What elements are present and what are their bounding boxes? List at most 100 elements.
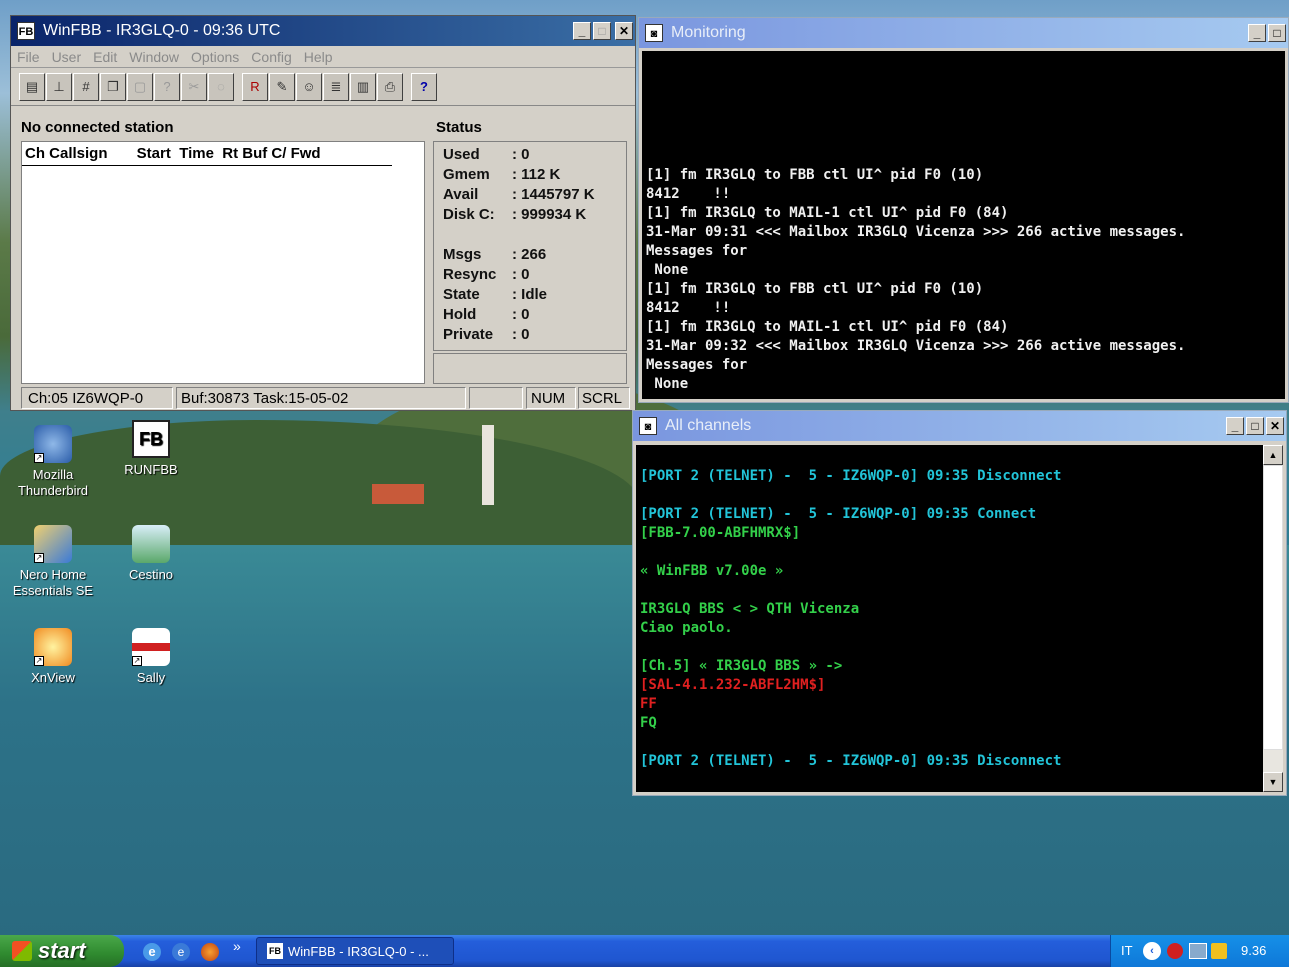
edit-icon[interactable]: ✎ xyxy=(269,72,295,101)
maximize-button[interactable]: □ xyxy=(593,22,611,40)
icon-label: Cestino xyxy=(128,567,174,582)
castle-building xyxy=(372,484,424,504)
monitor-line: None xyxy=(646,262,689,278)
menu-file[interactable]: File xyxy=(17,49,40,65)
security-tray-icon[interactable] xyxy=(1167,943,1183,959)
channel-line: Ciao paolo. xyxy=(640,620,733,636)
network-tray-icon[interactable] xyxy=(1189,943,1207,959)
status-scrl: SCRL xyxy=(578,387,630,409)
language-indicator[interactable]: IT xyxy=(1121,943,1133,958)
files-icon[interactable]: ▥ xyxy=(350,72,376,101)
channel-line: [PORT 2 (TELNET) - 5 - IZ6WQP-0] 09:35 C… xyxy=(640,506,1037,522)
desktop-icon-runfbb[interactable]: FB RUNFBB xyxy=(106,420,196,478)
icon-label: XnView xyxy=(31,670,75,685)
clock: 9.36 xyxy=(1241,943,1267,958)
monitor-icon[interactable]: ⊥ xyxy=(46,72,72,101)
status-row: Gmem: 112 K xyxy=(443,165,617,185)
status-row: Hold: 0 xyxy=(443,305,617,325)
scroll-thumb[interactable] xyxy=(1263,465,1283,750)
desktop-icon-xnview[interactable]: ↗ XnView xyxy=(8,628,98,686)
start-button[interactable]: start xyxy=(0,935,124,967)
menu-user[interactable]: User xyxy=(52,49,82,65)
messages-icon[interactable]: ≣ xyxy=(323,72,349,101)
window-title: All channels xyxy=(665,417,752,434)
scrollbar[interactable]: ▲ ▼ xyxy=(1263,445,1283,792)
desktop-icon-sally[interactable]: ↗ Sally xyxy=(106,628,196,686)
user-icon[interactable]: R xyxy=(242,72,268,101)
winfbb-window[interactable]: FB WinFBB - IR3GLQ-0 - 09:36 UTC _ □ ✕ F… xyxy=(10,15,636,411)
ie2-quicklaunch-icon[interactable]: e xyxy=(172,943,190,961)
scroll-down-arrow[interactable]: ▼ xyxy=(1263,772,1283,792)
desktop-icon-nero[interactable]: ↗ Nero Home Essentials SE xyxy=(8,525,98,599)
status-empty xyxy=(469,387,523,409)
close-button[interactable]: ✕ xyxy=(615,22,633,40)
status-panel: Used: 0 Gmem: 112 K Avail: 1445797 K Disk C… xyxy=(433,141,627,351)
minimize-button[interactable]: _ xyxy=(1226,417,1244,435)
channel-line: FF xyxy=(640,696,657,712)
menu-bar: File User Edit Window Options Config Hel… xyxy=(11,46,635,68)
menu-options[interactable]: Options xyxy=(191,49,239,65)
menu-edit[interactable]: Edit xyxy=(93,49,117,65)
window-title: WinFBB - IR3GLQ-0 - 09:36 UTC xyxy=(43,22,281,39)
monitor-line: [1] fm IR3GLQ to FBB ctl UI^ pid F0 (10) xyxy=(646,281,984,297)
status-row: Private: 0 xyxy=(443,325,617,345)
monitoring-output[interactable]: [1] fm IR3GLQ to FBB ctl UI^ pid F0 (10)… xyxy=(642,51,1285,399)
minimize-button[interactable]: _ xyxy=(1248,24,1266,42)
channel-line xyxy=(640,581,1259,600)
desktop-icon-thunderbird[interactable]: ↗ Mozilla Thunderbird xyxy=(8,425,98,499)
allchannels-window[interactable]: ◙ All channels _ □ ✕ [PORT 2 (TELNET) - … xyxy=(632,410,1287,796)
connections-list[interactable]: Ch Callsign Start Time Rt Buf C/ Fwd xyxy=(21,141,425,384)
status-row: Disk C:: 999934 K xyxy=(443,205,617,225)
monitoring-window[interactable]: ◙ Monitoring _ □ [1] fm IR3GLQ to FBB ct… xyxy=(638,17,1289,403)
status-channel: Ch:05 IZ6WQP-0 xyxy=(21,387,173,409)
monitor-line: 31-Mar 09:31 <<< Mailbox IR3GLQ Vicenza … xyxy=(646,224,1186,240)
balloon-icon[interactable]: ◌ xyxy=(208,72,234,101)
icon-label: Nero Home Essentials SE xyxy=(12,567,94,598)
tools-icon[interactable]: ✂ xyxy=(181,72,207,101)
ie-quicklaunch-icon[interactable]: e xyxy=(143,943,161,961)
tray-expand-icon[interactable]: ‹ xyxy=(1143,942,1161,960)
computer-icon[interactable]: ▢ xyxy=(127,72,153,101)
allchannels-titlebar[interactable]: ◙ All channels _ □ ✕ xyxy=(633,411,1286,441)
status-value: : 112 K xyxy=(512,166,561,183)
status-value: : 999934 K xyxy=(512,206,587,223)
desktop-icon-cestino[interactable]: Cestino xyxy=(106,525,196,583)
query-icon[interactable]: ? xyxy=(154,72,180,101)
status-key: Msgs xyxy=(443,246,482,263)
system-tray: IT ‹ 9.36 xyxy=(1110,935,1289,967)
channel-line: [FBB-7.00-ABFHMRX$] xyxy=(640,525,801,541)
recycle-bin-icon xyxy=(132,525,170,563)
fbb-task-icon: FB xyxy=(267,943,283,959)
winfbb-titlebar[interactable]: FB WinFBB - IR3GLQ-0 - 09:36 UTC _ □ ✕ xyxy=(11,16,635,46)
status-key: Hold xyxy=(443,306,477,323)
status-row: Avail: 1445797 K xyxy=(443,185,617,205)
minimize-button[interactable]: _ xyxy=(573,22,591,40)
menu-help[interactable]: Help xyxy=(304,49,333,65)
console-icon[interactable]: ▤ xyxy=(19,72,45,101)
list-header: Ch Callsign Start Time Rt Buf C/ Fwd xyxy=(22,142,392,166)
copy-icon[interactable]: ❐ xyxy=(100,72,126,101)
status-key: Used xyxy=(443,146,480,163)
channels-icon[interactable]: # xyxy=(73,72,99,101)
allchannels-output[interactable]: [PORT 2 (TELNET) - 5 - IZ6WQP-0] 09:35 D… xyxy=(636,445,1263,792)
menu-config[interactable]: Config xyxy=(251,49,291,65)
status-value: : Idle xyxy=(512,286,548,303)
monitoring-titlebar[interactable]: ◙ Monitoring _ □ xyxy=(639,18,1288,48)
status-row: Used: 0 xyxy=(443,145,617,165)
maximize-button[interactable]: □ xyxy=(1268,24,1286,42)
scroll-up-arrow[interactable]: ▲ xyxy=(1263,445,1283,465)
taskbar: start e e » FB WinFBB - IR3GLQ-0 - ... I… xyxy=(0,935,1289,967)
status-key xyxy=(443,225,512,245)
firefox-quicklaunch-icon[interactable] xyxy=(201,943,219,961)
close-button[interactable]: ✕ xyxy=(1266,417,1284,435)
update-tray-icon[interactable] xyxy=(1211,943,1227,959)
taskbar-task-winfbb[interactable]: FB WinFBB - IR3GLQ-0 - ... xyxy=(256,937,454,965)
maximize-button[interactable]: □ xyxy=(1246,417,1264,435)
menu-window[interactable]: Window xyxy=(129,49,179,65)
quicklaunch-chevron[interactable]: » xyxy=(233,938,241,954)
person-icon[interactable]: ☺ xyxy=(296,72,322,101)
channel-line: [PORT 2 (TELNET) - 5 - IZ6WQP-0] 09:35 D… xyxy=(640,753,1062,769)
print-icon[interactable]: ⎙ xyxy=(377,72,403,101)
status-value: : 0 xyxy=(512,266,530,283)
help-icon[interactable]: ? xyxy=(411,72,437,101)
